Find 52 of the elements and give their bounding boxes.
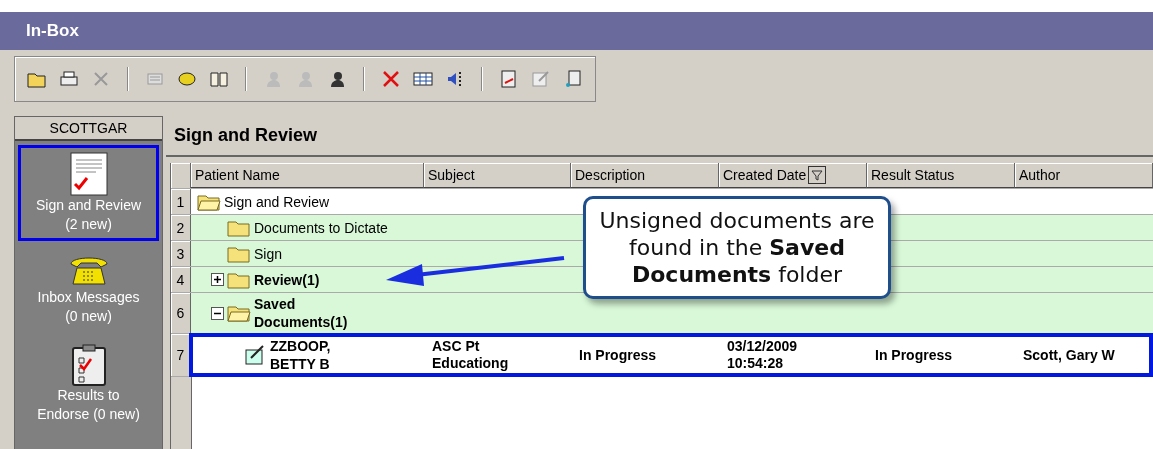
expand-toggle[interactable] <box>211 273 224 286</box>
table-cell: In Progress <box>579 346 657 364</box>
folder-icon <box>227 270 251 289</box>
row-number: 6 <box>171 293 191 333</box>
sidebar-item-count: Endorse (0 new) <box>37 405 140 424</box>
column-header[interactable]: Result Status <box>867 163 1015 188</box>
folder-label[interactable]: Sign and Review <box>224 192 330 211</box>
folder-icon <box>227 218 251 237</box>
folder-label[interactable]: Review(1) <box>254 270 320 289</box>
column-header[interactable]: Patient Name <box>191 163 424 188</box>
sidebar-item-count: (2 new) <box>65 215 112 234</box>
sidebar-item[interactable]: Results to Endorse (0 new) <box>18 337 159 431</box>
table-cell-text: 03/12/2009 10:54:28 <box>727 338 799 372</box>
sidebar-item-label: Sign and Review <box>35 196 142 215</box>
sidebar-item-count: (0 new) <box>65 307 112 326</box>
printer-icon <box>59 69 79 89</box>
row-number: 4 <box>171 267 191 292</box>
filter-icon[interactable] <box>808 166 827 184</box>
panel-title: Sign and Review <box>166 116 1153 157</box>
book-icon <box>209 69 229 89</box>
signed-document-icon <box>243 344 267 366</box>
table-cell-text: ZZBOOP, BETTY B <box>270 337 332 373</box>
folder-label[interactable]: Documents to Dictate <box>254 218 388 237</box>
folder-label[interactable]: Sign <box>254 244 283 263</box>
report-icon <box>499 69 519 89</box>
window-title: In-Box <box>0 12 1153 50</box>
row-number: 3 <box>171 241 191 266</box>
table-cell-text: ASC Pt Educationg <box>432 338 510 372</box>
user-name: SCOTTGAR <box>15 117 162 141</box>
sidebar-item-label: Inbox Messages <box>37 288 140 307</box>
row-number: 7 <box>171 334 191 376</box>
clipboard-check-icon <box>70 344 107 386</box>
collapse-toggle[interactable] <box>211 306 224 320</box>
folder-icon <box>227 244 251 263</box>
column-header[interactable]: Description <box>571 163 719 188</box>
folder-label[interactable]: Saved Documents(1) <box>254 295 374 331</box>
column-header[interactable]: Created Date <box>719 163 867 188</box>
table-icon <box>413 69 433 89</box>
open-folder-icon <box>227 304 251 322</box>
edit-icon <box>531 69 551 89</box>
row-number: 2 <box>171 215 191 240</box>
document-check-icon <box>69 152 108 196</box>
documents-icon <box>563 69 583 89</box>
column-header[interactable]: Author <box>1015 163 1153 188</box>
table-cell: In Progress <box>875 346 953 364</box>
row-number: 1 <box>171 189 191 214</box>
sidebar-item[interactable]: Sign and Review (2 new) <box>18 145 159 241</box>
sidebar-item[interactable]: Inbox Messages (0 new) <box>18 245 159 333</box>
callout: Unsigned documents are found in the Saved Documents folder <box>583 196 891 299</box>
sidebar-item-label: Results to <box>57 386 120 405</box>
column-header[interactable]: Subject <box>424 163 571 188</box>
table-cell: Scott, Gary W <box>1023 346 1115 364</box>
